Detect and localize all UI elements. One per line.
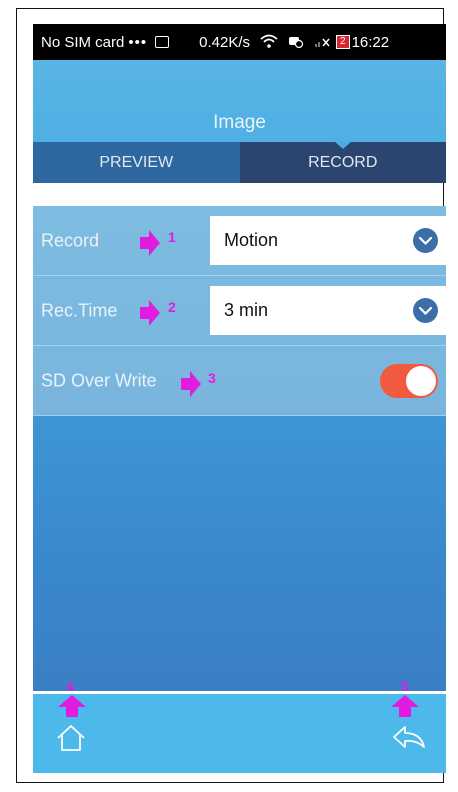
annotation-arrow-5 (391, 695, 419, 717)
record-mode-select[interactable]: Motion (210, 216, 446, 265)
image-notification-icon (155, 36, 170, 48)
status-bar: No SIM card ••• 0.42K/s 2 16:22 (33, 24, 446, 60)
battery-indicator: 2 (336, 35, 350, 49)
annotation-arrow-4 (58, 695, 86, 717)
toggle-knob (406, 366, 436, 396)
record-label: Record (41, 230, 100, 250)
signal-off-icon (314, 34, 332, 51)
rec-time-select[interactable]: 3 min (210, 286, 446, 335)
annotation-arrow-1 (140, 230, 160, 256)
back-icon[interactable] (391, 724, 427, 755)
home-icon[interactable] (55, 724, 87, 757)
annotation-label-1: 1 (168, 229, 176, 245)
page-title: Image (213, 112, 266, 133)
annotation-label-3: 3 (208, 370, 216, 386)
rec-time-label: Rec.Time (41, 300, 118, 320)
bottom-nav (33, 694, 446, 773)
annotation-label-5: 5 (401, 678, 409, 694)
status-dots: ••• (128, 33, 148, 51)
wifi-icon (260, 34, 278, 51)
sd-overwrite-label: SD Over Write (41, 370, 157, 390)
carrier-text: No SIM card (41, 33, 125, 51)
sd-overwrite-row: SD Over Write (33, 346, 446, 416)
phone-screen: No SIM card ••• 0.42K/s 2 16:22 Image PR… (33, 24, 446, 773)
tab-preview-label: PREVIEW (99, 153, 174, 171)
chevron-down-icon[interactable] (413, 298, 438, 323)
tab-record[interactable]: RECORD (239, 141, 446, 183)
active-tab-indicator (333, 141, 352, 149)
record-mode-value: Motion (224, 230, 279, 250)
tab-preview[interactable]: PREVIEW (33, 142, 240, 183)
sd-overwrite-toggle[interactable] (380, 364, 438, 398)
annotation-label-4: 4 (66, 678, 74, 694)
tab-bar: PREVIEW RECORD (33, 141, 446, 183)
rec-time-value: 3 min (224, 300, 269, 320)
annotation-label-2: 2 (168, 299, 176, 315)
annotation-arrow-2 (140, 300, 160, 326)
annotation-arrow-3 (181, 371, 201, 397)
chevron-down-icon[interactable] (413, 228, 438, 253)
tab-record-label: RECORD (308, 153, 378, 171)
camera-blocked-icon (288, 34, 304, 51)
record-row: Record Motion (33, 206, 446, 276)
settings-panel: Record Motion Rec.Time 3 min SD Over Wri… (33, 206, 446, 693)
clock: 16:22 (351, 33, 390, 51)
network-speed: 0.42K/s (199, 33, 250, 51)
rec-time-row: Rec.Time 3 min (33, 276, 446, 346)
